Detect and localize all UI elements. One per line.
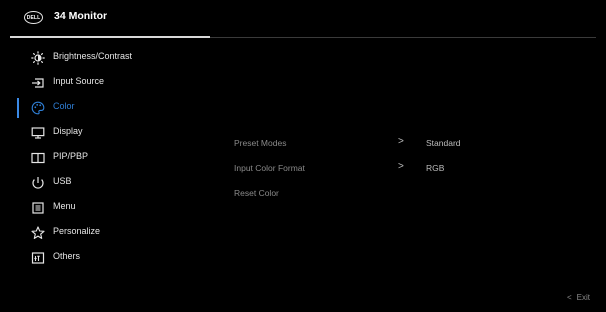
row-reset-color[interactable]: Reset Color <box>234 185 594 205</box>
dell-logo: DELL <box>24 11 43 24</box>
row-label: Preset Modes <box>234 138 287 148</box>
display-icon <box>30 125 46 141</box>
header-divider-highlight <box>10 36 210 38</box>
menu-label: Display <box>53 126 83 136</box>
selection-indicator <box>17 98 19 118</box>
menu-label: USB <box>53 176 72 186</box>
menu-item-menu[interactable]: Menu <box>0 196 210 220</box>
osd-screen: DELL 34 Monitor Brightness/Contrast Inpu… <box>0 0 606 312</box>
menu-item-pip-pbp[interactable]: PIP/PBP <box>0 146 210 170</box>
menu-item-color[interactable]: Color <box>0 96 210 120</box>
osd-header: DELL 34 Monitor <box>0 0 606 38</box>
menu-item-personalize[interactable]: Personalize <box>0 221 210 245</box>
row-value: RGB <box>426 163 445 173</box>
row-preset-modes[interactable]: Preset Modes > Standard <box>234 135 594 155</box>
monitor-title: 34 Monitor <box>54 10 108 22</box>
menu-label: PIP/PBP <box>53 151 89 161</box>
menu-label: Color <box>53 101 75 111</box>
exit-label: Exit <box>576 293 591 302</box>
menu-label: Personalize <box>53 226 101 236</box>
menu-label: Input Source <box>53 76 105 86</box>
others-icon <box>30 250 46 266</box>
row-value: Standard <box>426 138 461 148</box>
chevron-right-icon: > <box>398 136 404 147</box>
row-input-color-format[interactable]: Input Color Format > RGB <box>234 160 594 180</box>
chevron-right-icon: > <box>398 161 404 172</box>
logo-text: DELL <box>26 14 41 21</box>
brightness-icon <box>30 50 46 66</box>
usb-icon <box>30 175 46 191</box>
menu-label: Others <box>53 251 81 261</box>
menu-item-brightness-contrast[interactable]: Brightness/Contrast <box>0 46 210 70</box>
menu-item-display[interactable]: Display <box>0 121 210 145</box>
menu-item-usb[interactable]: USB <box>0 171 210 195</box>
menu-label: Menu <box>53 201 76 211</box>
chevron-left-icon: < <box>567 293 572 302</box>
menu-label: Brightness/Contrast <box>53 51 133 61</box>
row-label: Reset Color <box>234 188 279 198</box>
menu-icon <box>30 200 46 216</box>
row-label: Input Color Format <box>234 163 305 173</box>
menu-item-others[interactable]: Others <box>0 246 210 270</box>
color-palette-icon <box>30 100 46 116</box>
pip-pbp-icon <box>30 150 46 166</box>
exit-button[interactable]: < Exit <box>567 293 590 302</box>
star-icon <box>30 225 46 241</box>
input-source-icon <box>30 75 46 91</box>
menu-item-input-source[interactable]: Input Source <box>0 71 210 95</box>
